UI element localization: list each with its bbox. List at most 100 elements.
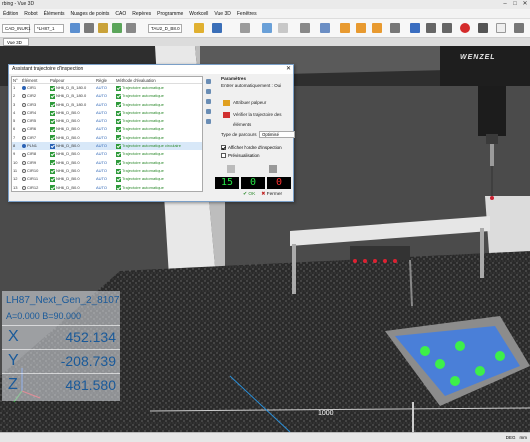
- row-rule[interactable]: AUTO: [96, 134, 116, 142]
- table-row[interactable]: 3 CIR3 NH6_D_B_180.0 AUTO Trajectoire automa…: [12, 101, 202, 109]
- menu-item-windows[interactable]: Fenêtres: [234, 11, 260, 17]
- row-radio[interactable]: [22, 127, 26, 132]
- row-probe[interactable]: NH6_D_B_180.0: [50, 101, 96, 109]
- grid-icon[interactable]: [278, 23, 288, 33]
- row-probe[interactable]: NH6_D_B0.0: [50, 159, 96, 167]
- minimize-button[interactable]: –: [500, 0, 510, 9]
- probe-icon[interactable]: [98, 23, 108, 33]
- assign-probe-button[interactable]: Attribuer palpeur: [221, 98, 295, 108]
- table-row[interactable]: 10 CIR9 NH6_D_B0.0 AUTO Trajectoire automati…: [12, 159, 202, 167]
- probe-select[interactable]: *LH87_1: [34, 24, 64, 33]
- row-radio[interactable]: [22, 169, 26, 174]
- row-probe[interactable]: NH6_D_B0.0: [50, 184, 96, 191]
- stop-icon[interactable]: [442, 23, 452, 33]
- row-probe[interactable]: NH6_D_B0.0: [50, 142, 96, 150]
- table-row[interactable]: 11 CIR10 NH6_D_B0.0 AUTO Trajectoire automat…: [12, 167, 202, 175]
- hand-icon[interactable]: [496, 23, 506, 33]
- menu-item-3d-view[interactable]: Vue 3D: [211, 11, 234, 17]
- maximize-button[interactable]: □: [510, 0, 520, 9]
- row-method[interactable]: Trajectoire automatique: [116, 150, 202, 158]
- menu-item-edition[interactable]: Édition: [0, 11, 21, 17]
- table-row[interactable]: 2 CIR2 NH6_D_B_180.0 AUTO Trajectoire automa…: [12, 92, 202, 100]
- header-rule[interactable]: Règle: [96, 77, 116, 83]
- row-radio[interactable]: [22, 94, 26, 99]
- view-icon[interactable]: [240, 23, 250, 33]
- measure-icon[interactable]: [70, 23, 80, 33]
- settings-icon[interactable]: [514, 23, 524, 33]
- row-rule[interactable]: AUTO: [96, 125, 116, 133]
- row-method[interactable]: Trajectoire automatique: [116, 92, 202, 100]
- record-icon[interactable]: [460, 23, 470, 33]
- row-radio[interactable]: [22, 144, 26, 149]
- table-row[interactable]: 5 CIR5 NH6_D_B0.0 AUTO Trajectoire automatiq…: [12, 117, 202, 125]
- save-icon[interactable]: [269, 165, 277, 173]
- row-probe[interactable]: NH6_D_B0.0: [50, 175, 96, 183]
- table-row[interactable]: 4 CIR4 NH6_D_B0.0 AUTO Trajectoire automatiq…: [12, 109, 202, 117]
- row-radio[interactable]: [22, 111, 26, 116]
- preview-checkbox[interactable]: Prévisualisation: [221, 153, 260, 158]
- joystick-icon[interactable]: [478, 23, 488, 33]
- axis-icon[interactable]: [212, 23, 222, 33]
- ok-button[interactable]: ✔ OK: [243, 192, 255, 197]
- camera-icon[interactable]: [390, 23, 400, 33]
- row-rule[interactable]: AUTO: [96, 101, 116, 109]
- zoom-icon[interactable]: [320, 23, 330, 33]
- row-method[interactable]: Trajectoire automatique: [116, 101, 202, 109]
- mode-indicator[interactable]: mm: [520, 435, 528, 440]
- pan-icon[interactable]: [300, 23, 310, 33]
- show-order-checkbox[interactable]: Afficher l'ordre d'inspection: [221, 145, 282, 150]
- cube-icon[interactable]: [262, 23, 272, 33]
- row-rule[interactable]: AUTO: [96, 184, 116, 191]
- menu-item-cad[interactable]: CAO: [112, 11, 129, 17]
- tip-select[interactable]: TAU2_D_B8.0: [148, 24, 182, 33]
- verify-path-button[interactable]: Vérifier la trajectoire des éléments: [221, 110, 295, 127]
- table-row[interactable]: 8 PLN1 NH6_D_B0.0 AUTO Trajectoire automatiq…: [12, 142, 202, 151]
- row-method[interactable]: Trajectoire automatique circulaire: [116, 142, 202, 150]
- menu-item-references[interactable]: Repères: [129, 11, 154, 17]
- menu-item-point-clouds[interactable]: Nuages de points: [67, 11, 112, 17]
- machine-select[interactable]: CAD_INUR1: [2, 24, 31, 33]
- row-method[interactable]: Trajectoire automatique: [116, 117, 202, 125]
- rotate-icon[interactable]: [84, 23, 94, 33]
- row-probe[interactable]: NH6_D_B0.0: [50, 134, 96, 142]
- row-method[interactable]: Trajectoire automatique: [116, 125, 202, 133]
- row-probe[interactable]: NH6_D_B0.0: [50, 167, 96, 175]
- preview-box[interactable]: [221, 153, 226, 158]
- row-radio[interactable]: [22, 177, 26, 182]
- table-row[interactable]: 7 CIR7 NH6_D_B0.0 AUTO Trajectoire automatiq…: [12, 134, 202, 142]
- row-method[interactable]: Trajectoire automatique: [116, 84, 202, 92]
- row-rule[interactable]: AUTO: [96, 92, 116, 100]
- preview-play-icon[interactable]: [227, 165, 235, 173]
- row-method[interactable]: Trajectoire automatique: [116, 167, 202, 175]
- play-icon[interactable]: [410, 23, 420, 33]
- row-radio[interactable]: [22, 135, 26, 140]
- path-type-select[interactable]: Optimisé: [259, 131, 295, 138]
- menu-item-robot[interactable]: Robot: [21, 11, 40, 17]
- align-icon[interactable]: [112, 23, 122, 33]
- row-method[interactable]: Trajectoire automatique: [116, 184, 202, 191]
- row-radio[interactable]: [22, 102, 26, 107]
- row-method[interactable]: Trajectoire automatique: [116, 175, 202, 183]
- row-rule[interactable]: AUTO: [96, 175, 116, 183]
- row-probe[interactable]: NH6_D_B_180.0: [50, 92, 96, 100]
- section-icon[interactable]: [340, 23, 350, 33]
- close-window-button[interactable]: ✕: [520, 0, 530, 9]
- show-order-box[interactable]: [221, 145, 226, 150]
- move-up-icon[interactable]: [206, 79, 211, 84]
- delete-icon[interactable]: [206, 99, 211, 104]
- filter-icon[interactable]: [206, 119, 211, 124]
- table-row[interactable]: 1 CIR1 NH6_D_B_180.0 AUTO Trajectoire automa…: [12, 84, 202, 92]
- row-probe[interactable]: NH6_D_B_180.0: [50, 84, 96, 92]
- menu-item-elements[interactable]: Éléments: [41, 11, 68, 17]
- move-down-icon[interactable]: [206, 89, 211, 94]
- header-element[interactable]: Élément: [22, 77, 50, 83]
- row-method[interactable]: Trajectoire automatique: [116, 159, 202, 167]
- row-probe[interactable]: NH6_D_B0.0: [50, 125, 96, 133]
- header-method[interactable]: Méthode d'évaluation: [116, 77, 202, 83]
- menu-item-program[interactable]: Programme: [154, 11, 186, 17]
- row-rule[interactable]: AUTO: [96, 167, 116, 175]
- units-indicator[interactable]: DEG: [506, 435, 516, 440]
- tab-3d-view[interactable]: Vue 3D: [3, 38, 29, 46]
- row-radio[interactable]: [22, 86, 26, 91]
- row-rule[interactable]: AUTO: [96, 109, 116, 117]
